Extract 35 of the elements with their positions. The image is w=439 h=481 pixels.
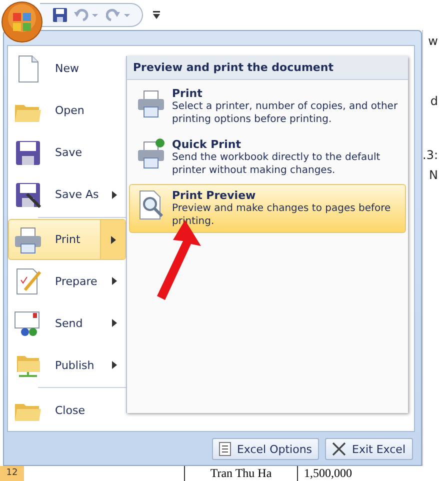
submenu-item-title: Print <box>172 87 204 100</box>
submenu-item-title: Print Preview <box>172 189 257 202</box>
office-button[interactable] <box>1 1 43 43</box>
menu-item[interactable]: New <box>8 48 126 90</box>
menu-item[interactable]: Prepare <box>8 260 126 302</box>
save-icon[interactable] <box>52 7 68 23</box>
table-cell: 1,500,000 <box>297 466 430 481</box>
menu-item[interactable]: Save <box>8 132 126 174</box>
submenu-title: Preview and print the document <box>127 56 408 80</box>
cell-fragment: .3: <box>422 148 438 162</box>
customize-caret-icon[interactable] <box>153 11 160 19</box>
menu-item[interactable]: Publish <box>8 344 126 386</box>
submenu-item[interactable]: Print Preview Preview and make changes to pages before printing. <box>129 184 406 233</box>
submenu-item-title: Quick Print <box>172 138 242 151</box>
submenu-item[interactable]: Quick Print Send the workbook directly to the default printer without making changes. <box>129 133 406 182</box>
exit-button[interactable]: Exit Excel <box>325 438 412 460</box>
table-cell: Tran Thu Ha <box>184 466 297 481</box>
submenu-item-description: Preview and make changes to pages before printing. <box>172 202 392 228</box>
menu-item[interactable]: Print <box>8 218 126 260</box>
cell-fragment: w <box>428 34 438 48</box>
printer-check-icon <box>136 138 166 170</box>
close-icon <box>332 442 346 456</box>
submenu-item[interactable]: Print Select a printer, number of copies, and other printing options before printing. <box>129 82 406 131</box>
printer-icon <box>13 224 43 254</box>
options-button[interactable]: Excel Options <box>212 438 320 460</box>
menu-item[interactable]: Open <box>8 90 126 132</box>
submenu-item-description: Send the workbook directly to the default printer without making changes. <box>172 151 382 177</box>
menu-item[interactable]: Close <box>8 389 126 431</box>
row-header: 12 <box>0 466 24 481</box>
cell-fragment: d <box>430 94 438 108</box>
menu-item[interactable]: Send <box>8 302 126 344</box>
menu-item[interactable]: Save As <box>8 174 126 216</box>
cell-fragment: N <box>429 168 438 182</box>
submenu-item-description: Select a printer, number of copies, and other printing options before printing. <box>172 100 399 126</box>
options-list-icon <box>218 442 231 456</box>
